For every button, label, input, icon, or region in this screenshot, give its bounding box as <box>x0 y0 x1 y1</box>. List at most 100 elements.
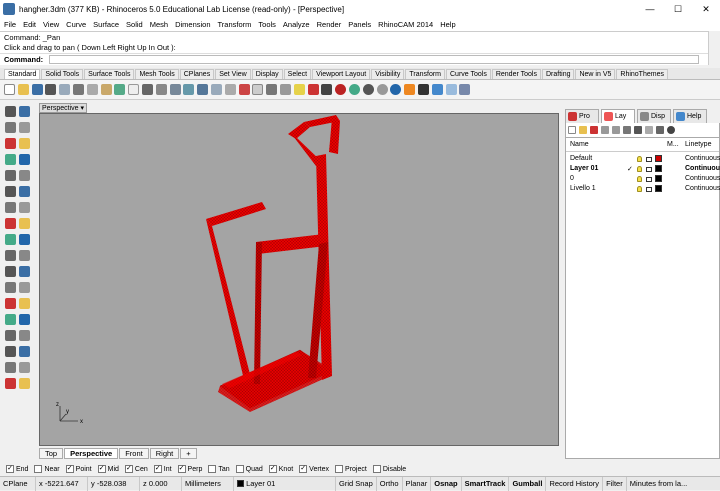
layer-name[interactable]: Layer 01 <box>570 165 598 172</box>
rectangle-icon[interactable] <box>5 170 16 181</box>
tab-standard[interactable]: Standard <box>4 69 41 79</box>
mesh-icon[interactable] <box>19 218 30 229</box>
zoom-icon[interactable] <box>155 84 167 95</box>
menu-file[interactable]: File <box>4 20 16 29</box>
maximize-button[interactable]: ☐ <box>664 0 692 18</box>
osnap-checkbox-near[interactable] <box>34 465 43 473</box>
layer-row[interactable]: Layer 01 ✓ Continuous <box>566 164 720 174</box>
light-bulb-icon[interactable] <box>637 156 642 162</box>
surface-icon[interactable] <box>5 186 16 197</box>
filter-icon[interactable] <box>634 126 642 134</box>
explode-icon[interactable] <box>5 266 16 277</box>
boolean-icon[interactable] <box>19 314 30 325</box>
ghosted-sphere-icon[interactable] <box>376 84 388 95</box>
rendered-sphere-icon[interactable] <box>390 84 402 95</box>
status-toggle-smarttrack[interactable]: SmartTrack <box>462 476 510 491</box>
layer-name[interactable]: 0 <box>570 175 574 182</box>
material-icon[interactable] <box>348 84 360 95</box>
tools-icon[interactable] <box>656 126 664 134</box>
layer-name[interactable]: Default <box>570 155 592 162</box>
layer-row[interactable]: 0 Continuous <box>566 174 720 184</box>
render-icon[interactable] <box>19 378 30 389</box>
sun-icon[interactable] <box>404 84 416 95</box>
zoom-extents-icon[interactable] <box>183 84 195 95</box>
camera-icon[interactable] <box>417 84 429 95</box>
osnap-checkbox-tan[interactable] <box>208 465 217 473</box>
osnap-checkbox-knot[interactable]: ✓ <box>268 465 277 473</box>
tab-render-tools[interactable]: Render Tools <box>491 69 541 79</box>
status-toggle-planar[interactable]: Planar <box>403 476 432 491</box>
menu-rhinocam[interactable]: RhinoCAM 2014 <box>378 20 433 29</box>
tab-cplanes[interactable]: CPlanes <box>179 69 215 79</box>
properties-icon[interactable] <box>321 84 333 95</box>
group-icon[interactable] <box>19 346 30 357</box>
new-file-icon[interactable] <box>4 84 15 95</box>
osnap-checkbox-perp[interactable]: ✓ <box>177 465 186 473</box>
panel-tab-layers[interactable]: Lay <box>601 109 635 123</box>
add-viewport-tab-button[interactable]: + <box>180 447 197 459</box>
tab-transform[interactable]: Transform <box>405 69 445 79</box>
layer-linetype[interactable]: Continuous <box>685 165 720 172</box>
osnap-checkbox-vertex[interactable]: ✓ <box>299 465 308 473</box>
hand-pan-icon[interactable] <box>128 84 140 95</box>
point-icon[interactable] <box>19 106 30 117</box>
layer-color-swatch[interactable] <box>655 165 662 172</box>
print-icon[interactable] <box>45 84 57 95</box>
ellipse-icon[interactable] <box>19 154 30 165</box>
light-bulb-icon[interactable] <box>293 84 305 95</box>
cut-icon[interactable] <box>72 84 84 95</box>
layer-color-swatch[interactable] <box>655 175 662 182</box>
osnap-checkbox-quad[interactable] <box>235 465 244 473</box>
panel-tab-properties[interactable]: Pro <box>565 109 599 123</box>
zoom-selected-icon[interactable] <box>197 84 209 95</box>
menu-help[interactable]: Help <box>440 20 455 29</box>
lock-icon[interactable] <box>646 167 652 172</box>
osnap-checkbox-cen[interactable]: ✓ <box>124 465 133 473</box>
lock-icon[interactable] <box>646 187 652 192</box>
move-parent-icon[interactable] <box>623 126 631 134</box>
status-layer[interactable]: Layer 01 <box>234 476 336 491</box>
grid-icon[interactable] <box>279 84 291 95</box>
polyline-icon[interactable] <box>19 122 30 133</box>
menu-solid[interactable]: Solid <box>126 20 143 29</box>
command-input[interactable] <box>49 55 700 64</box>
split-icon[interactable] <box>5 250 16 261</box>
move-icon[interactable] <box>19 266 30 277</box>
select-icon[interactable] <box>238 84 250 95</box>
help-icon[interactable] <box>667 126 675 134</box>
analyze-icon[interactable] <box>5 378 16 389</box>
menu-transform[interactable]: Transform <box>218 20 252 29</box>
tab-new-in-v5[interactable]: New in V5 <box>575 69 616 79</box>
four-views-icon[interactable] <box>210 84 222 95</box>
close-button[interactable]: ✕ <box>692 0 720 18</box>
layer-icon[interactable] <box>307 84 319 95</box>
status-units[interactable]: Millimeters <box>182 476 234 491</box>
hanger-model[interactable] <box>206 115 340 412</box>
layer-color-swatch[interactable] <box>655 155 662 162</box>
delete-layer-icon[interactable] <box>590 126 598 134</box>
help-icon[interactable] <box>431 84 443 95</box>
light-bulb-icon[interactable] <box>637 176 642 182</box>
osnap-checkbox-end[interactable]: ✓ <box>6 465 14 473</box>
tab-drafting[interactable]: Drafting <box>541 69 575 79</box>
osnap-checkbox-mid[interactable]: ✓ <box>97 465 106 473</box>
perspective-viewport[interactable]: x y z <box>39 113 559 446</box>
light-bulb-icon[interactable] <box>637 186 642 192</box>
extrude-icon[interactable] <box>19 186 30 197</box>
copy-icon[interactable] <box>5 282 16 293</box>
move-down-icon[interactable] <box>612 126 620 134</box>
menu-panels[interactable]: Panels <box>348 20 371 29</box>
osnap-checkbox-point[interactable]: ✓ <box>65 465 74 473</box>
move-up-icon[interactable] <box>601 126 609 134</box>
rotate-icon[interactable] <box>19 282 30 293</box>
light-bulb-icon[interactable] <box>637 166 642 172</box>
menu-view[interactable]: View <box>43 20 59 29</box>
import-icon[interactable] <box>59 84 71 95</box>
status-toggle-grid-snap[interactable]: Grid Snap <box>336 476 377 491</box>
shaded-sphere-icon[interactable] <box>362 84 374 95</box>
menu-curve[interactable]: Curve <box>66 20 86 29</box>
line-icon[interactable] <box>5 122 16 133</box>
viewport-tab-front[interactable]: Front <box>119 447 149 459</box>
osnap-checkbox-int[interactable]: ✓ <box>153 465 162 473</box>
curve-icon[interactable] <box>5 138 16 149</box>
